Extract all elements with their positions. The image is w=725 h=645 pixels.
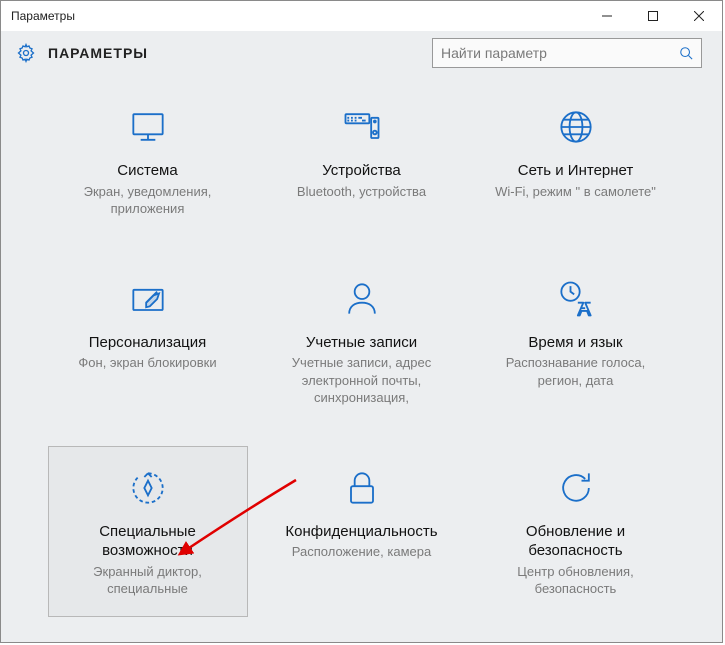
search-box[interactable] xyxy=(432,38,702,68)
update-icon xyxy=(487,462,665,514)
tile-desc: Bluetooth, устройства xyxy=(273,183,451,201)
maximize-button[interactable] xyxy=(630,1,676,31)
tile-desc: Учетные записи, адрес электронной почты,… xyxy=(273,354,451,407)
tile-title: Сеть и Интернет xyxy=(487,161,665,181)
tile-title: Персонализация xyxy=(59,333,237,353)
time-language-icon xyxy=(487,273,665,325)
header-left: ПАРАМЕТРЫ xyxy=(16,43,148,63)
tile-title: Учетные записи xyxy=(273,333,451,353)
tile-time-language[interactable]: Время и язык Распознавание голоса, регио… xyxy=(476,257,676,426)
system-icon xyxy=(59,101,237,153)
tile-ease-of-access[interactable]: Специальные возможности Экранный диктор,… xyxy=(48,446,248,617)
window-controls xyxy=(584,1,722,31)
devices-icon xyxy=(273,101,451,153)
minimize-icon xyxy=(602,11,612,21)
tile-desc: Фон, экран блокировки xyxy=(59,354,237,372)
tiles-grid: Система Экран, уведомления, приложения У… xyxy=(1,85,722,637)
titlebar: Параметры xyxy=(1,1,722,31)
tile-network[interactable]: Сеть и Интернет Wi-Fi, режим " в самолет… xyxy=(476,85,676,237)
content-area: Система Экран, уведомления, приложения У… xyxy=(1,75,722,642)
header: ПАРАМЕТРЫ xyxy=(1,31,722,75)
tile-desc: Экранный диктор, специальные xyxy=(59,563,237,598)
tile-update-security[interactable]: Обновление и безопасность Центр обновлен… xyxy=(476,446,676,617)
search-input[interactable] xyxy=(441,45,671,61)
tile-accounts[interactable]: Учетные записи Учетные записи, адрес эле… xyxy=(262,257,462,426)
privacy-icon xyxy=(273,462,451,514)
accounts-icon xyxy=(273,273,451,325)
tile-title: Конфиденциальность xyxy=(273,522,451,542)
maximize-icon xyxy=(648,11,658,21)
settings-window: Параметры ПАРАМЕТРЫ xyxy=(0,0,723,643)
minimize-button[interactable] xyxy=(584,1,630,31)
personalization-icon xyxy=(59,273,237,325)
tile-system[interactable]: Система Экран, уведомления, приложения xyxy=(48,85,248,237)
ease-of-access-icon xyxy=(59,462,237,514)
page-title: ПАРАМЕТРЫ xyxy=(48,45,148,61)
tile-title: Устройства xyxy=(273,161,451,181)
tile-desc: Расположение, камера xyxy=(273,543,451,561)
tile-desc: Экран, уведомления, приложения xyxy=(59,183,237,218)
tile-title: Специальные возможности xyxy=(59,522,237,561)
gear-icon xyxy=(16,43,36,63)
tile-desc: Wi-Fi, режим " в самолете" xyxy=(487,183,665,201)
close-icon xyxy=(694,11,704,21)
search-icon xyxy=(679,46,693,60)
tile-desc: Центр обновления, безопасность xyxy=(487,563,665,598)
tile-privacy[interactable]: Конфиденциальность Расположение, камера xyxy=(262,446,462,617)
tile-devices[interactable]: Устройства Bluetooth, устройства xyxy=(262,85,462,237)
tile-title: Обновление и безопасность xyxy=(487,522,665,561)
network-icon xyxy=(487,101,665,153)
tile-desc: Распознавание голоса, регион, дата xyxy=(487,354,665,389)
tile-title: Время и язык xyxy=(487,333,665,353)
tile-personalization[interactable]: Персонализация Фон, экран блокировки xyxy=(48,257,248,426)
tile-title: Система xyxy=(59,161,237,181)
close-button[interactable] xyxy=(676,1,722,31)
window-title: Параметры xyxy=(11,9,75,23)
